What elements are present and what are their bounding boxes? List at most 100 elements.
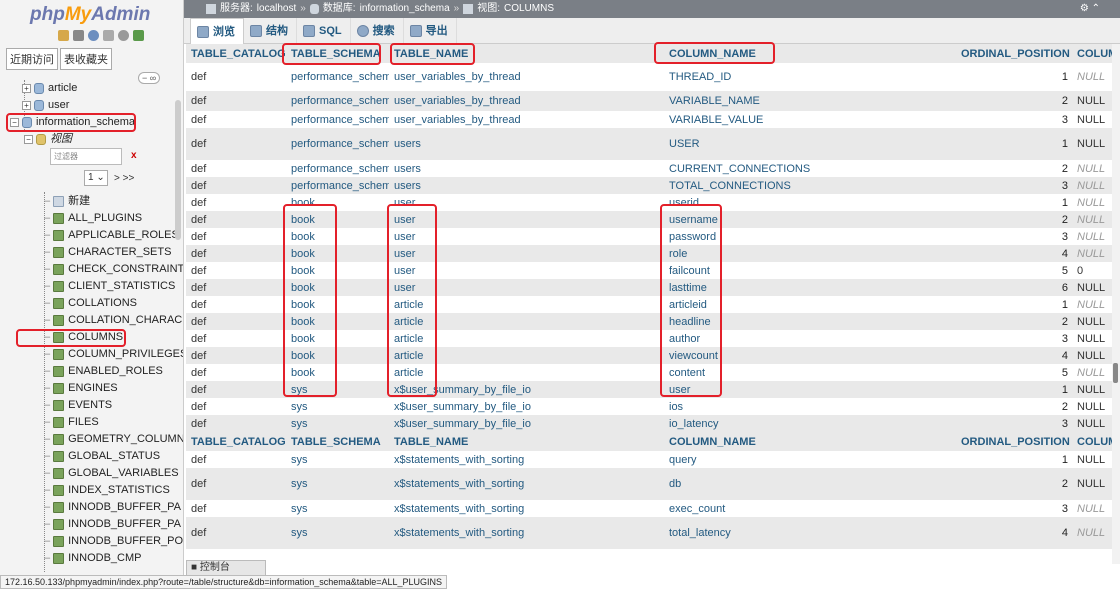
tree-item-view[interactable]: – ALL_PLUGINS	[44, 210, 142, 227]
column-header[interactable]: COLUMN_NAME	[664, 432, 956, 451]
tree-item-view[interactable]: – INNODB_BUFFER_PO	[44, 533, 183, 550]
tree-item-article[interactable]: + article	[22, 80, 77, 97]
scrollbar-thumb[interactable]	[1113, 363, 1118, 383]
column-header[interactable]: ORDINAL_POSITION	[956, 432, 1072, 451]
collapse-icon[interactable]: −	[10, 118, 19, 127]
tree-item-view[interactable]: – CLIENT_STATISTICS	[44, 278, 175, 295]
table-row[interactable]: def sys x$user_summary_by_file_io io_latenc…	[186, 415, 1112, 432]
tree-item-view[interactable]: – COLUMNS	[44, 329, 123, 346]
table-row[interactable]: def sys x$statements_with_sorting total_lat…	[186, 517, 1112, 549]
expand-icon[interactable]: +	[22, 84, 31, 93]
table-cell-col: username	[664, 211, 956, 228]
table-row[interactable]: def sys x$statements_with_sorting db 2 NULL	[186, 468, 1112, 500]
column-header[interactable]: TABLE_CATALOG	[186, 432, 286, 451]
column-header[interactable]: ORDINAL_POSITION	[956, 44, 1072, 63]
column-header[interactable]: TABLE_SCHEMA	[286, 44, 389, 63]
table-row[interactable]: def sys x$statements_with_sorting query 1 NUL…	[186, 451, 1112, 468]
tree-item-view[interactable]: – CHARACTER_SETS	[44, 244, 171, 261]
table-row[interactable]: def performance_schema user_variables_by_t…	[186, 63, 1112, 91]
logout-icon[interactable]	[73, 29, 84, 41]
tree-item-views[interactable]: − 视图	[24, 131, 72, 148]
phpmyadmin-logo[interactable]: phpMyAdmin	[0, 0, 183, 26]
breadcrumb-view[interactable]: COLUMNS	[504, 0, 554, 18]
tree-label: GLOBAL_VARIABLES	[68, 467, 179, 479]
gear-icon[interactable]: ⚙ ⌃	[1080, 0, 1100, 18]
reload-icon[interactable]	[133, 29, 144, 41]
expand-icon[interactable]: +	[22, 101, 31, 110]
column-header[interactable]: TABLE_NAME	[389, 432, 664, 451]
tree-item-view[interactable]: – APPLICABLE_ROLES	[44, 227, 179, 244]
tab-sql[interactable]: SQL	[297, 18, 351, 44]
table-cell-schema: sys	[286, 398, 389, 415]
page-scrollbar[interactable]	[1112, 44, 1120, 564]
tree-item-view[interactable]: – ENGINES	[44, 380, 118, 397]
tree-item-view[interactable]: – GLOBAL_VARIABLES	[44, 465, 179, 482]
tree-item-view[interactable]: – ENABLED_ROLES	[44, 363, 163, 380]
tree-item-view[interactable]: – INNODB_BUFFER_PA	[44, 499, 181, 516]
docs-icon[interactable]	[103, 29, 114, 41]
tree-item-view[interactable]: – INDEX_STATISTICS	[44, 482, 170, 499]
console-toggle[interactable]: ■ 控制台	[186, 560, 266, 576]
tab-browse[interactable]: 浏览	[190, 18, 244, 44]
table-row[interactable]: def book user userid 1 NULL	[186, 194, 1112, 211]
tree-item-view[interactable]: – INNODB_CMP	[44, 550, 141, 567]
table-row[interactable]: def performance_schema users CURRENT_CONNEC…	[186, 160, 1112, 177]
tree-item-view[interactable]: – CHECK_CONSTRAINT	[44, 261, 183, 278]
table-row[interactable]: def sys x$user_summary_by_file_io ios 2 NULL	[186, 398, 1112, 415]
clear-filter-button[interactable]: x	[131, 150, 137, 161]
tree-item-view[interactable]: – COLLATIONS	[44, 295, 137, 312]
table-row[interactable]: def performance_schema users TOTAL_CONNECTI…	[186, 177, 1112, 194]
table-row[interactable]: def book user lasttime 6 NULL	[186, 279, 1112, 296]
tab-favorites[interactable]: 表收藏夹	[60, 48, 112, 70]
column-header[interactable]: TABLE_CATALOG	[186, 44, 286, 63]
column-header[interactable]: COLUM	[1072, 44, 1112, 63]
tree-item-new-view[interactable]: – 新建	[44, 193, 90, 210]
table-row[interactable]: def performance_schema user_variables_by_t…	[186, 111, 1112, 128]
tree-connector: –	[44, 535, 51, 547]
collapse-all-button[interactable]: − ∞	[138, 72, 161, 84]
table-row[interactable]: def book article headline 2 NULL	[186, 313, 1112, 330]
table-row[interactable]: def sys x$user_summary_by_file_io user 1 NULL	[186, 381, 1112, 398]
table-row[interactable]: def book user password 3 NULL	[186, 228, 1112, 245]
table-row[interactable]: def book article articleid 1 NULL	[186, 296, 1112, 313]
breadcrumb-server[interactable]: localhost	[257, 0, 296, 18]
tree-item-view[interactable]: – COLLATION_CHARAC	[44, 312, 182, 329]
table-row[interactable]: def book article content 5 NULL	[186, 364, 1112, 381]
page-select[interactable]: 1 ⌄	[84, 170, 108, 186]
tree-item-view[interactable]: – FILES	[44, 414, 99, 431]
table-row[interactable]: def book article author 3 NULL	[186, 330, 1112, 347]
column-header[interactable]: TABLE_SCHEMA	[286, 432, 389, 451]
table-row[interactable]: def performance_schema user_variables_by_t…	[186, 91, 1112, 111]
table-row[interactable]: def sys x$statements_with_sorting exec_coun…	[186, 500, 1112, 517]
table-row[interactable]: def performance_schema users USER 1 NULL	[186, 128, 1112, 160]
table-row[interactable]: def book article viewcount 4 NULL	[186, 347, 1112, 364]
settings-icon[interactable]	[118, 29, 129, 41]
tree-item-view[interactable]: – GLOBAL_STATUS	[44, 448, 160, 465]
tree-label: COLLATIONS	[68, 297, 137, 309]
column-header[interactable]: TABLE_NAME	[389, 44, 664, 63]
table-cell-nul: NULL	[1072, 347, 1112, 364]
filter-input[interactable]: 过滤器	[50, 148, 122, 165]
tab-export[interactable]: 导出	[404, 18, 457, 44]
tree-item-view[interactable]: – COLUMN_PRIVILEGES	[44, 346, 183, 363]
tab-recent[interactable]: 近期访问	[6, 48, 58, 70]
tree-item-view[interactable]: – INNODB_BUFFER_PA	[44, 516, 181, 533]
tree-item-view[interactable]: – EVENTS	[44, 397, 112, 414]
column-header[interactable]: COLUM	[1072, 432, 1112, 451]
tab-search[interactable]: 搜索	[351, 18, 404, 44]
tab-structure[interactable]: 结构	[244, 18, 297, 44]
help-icon[interactable]	[88, 29, 99, 41]
collapse-icon[interactable]: −	[24, 135, 33, 144]
table-row[interactable]: def book user failcount 5 0	[186, 262, 1112, 279]
tree-item-view[interactable]: – GEOMETRY_COLUMN	[44, 431, 183, 448]
tree-item-information-schema[interactable]: − information_schema	[10, 114, 135, 131]
table-cell-pos: 3	[956, 500, 1072, 517]
breadcrumb-db[interactable]: information_schema	[360, 0, 450, 18]
nav-scrollbar[interactable]	[175, 100, 181, 240]
table-row[interactable]: def book user role 4 NULL	[186, 245, 1112, 262]
home-icon[interactable]	[58, 29, 69, 41]
table-row[interactable]: def book user username 2 NULL	[186, 211, 1112, 228]
column-header[interactable]: COLUMN_NAME	[664, 44, 956, 63]
tree-item-user[interactable]: + user	[22, 97, 69, 114]
page-next-link[interactable]: > >>	[114, 173, 134, 184]
